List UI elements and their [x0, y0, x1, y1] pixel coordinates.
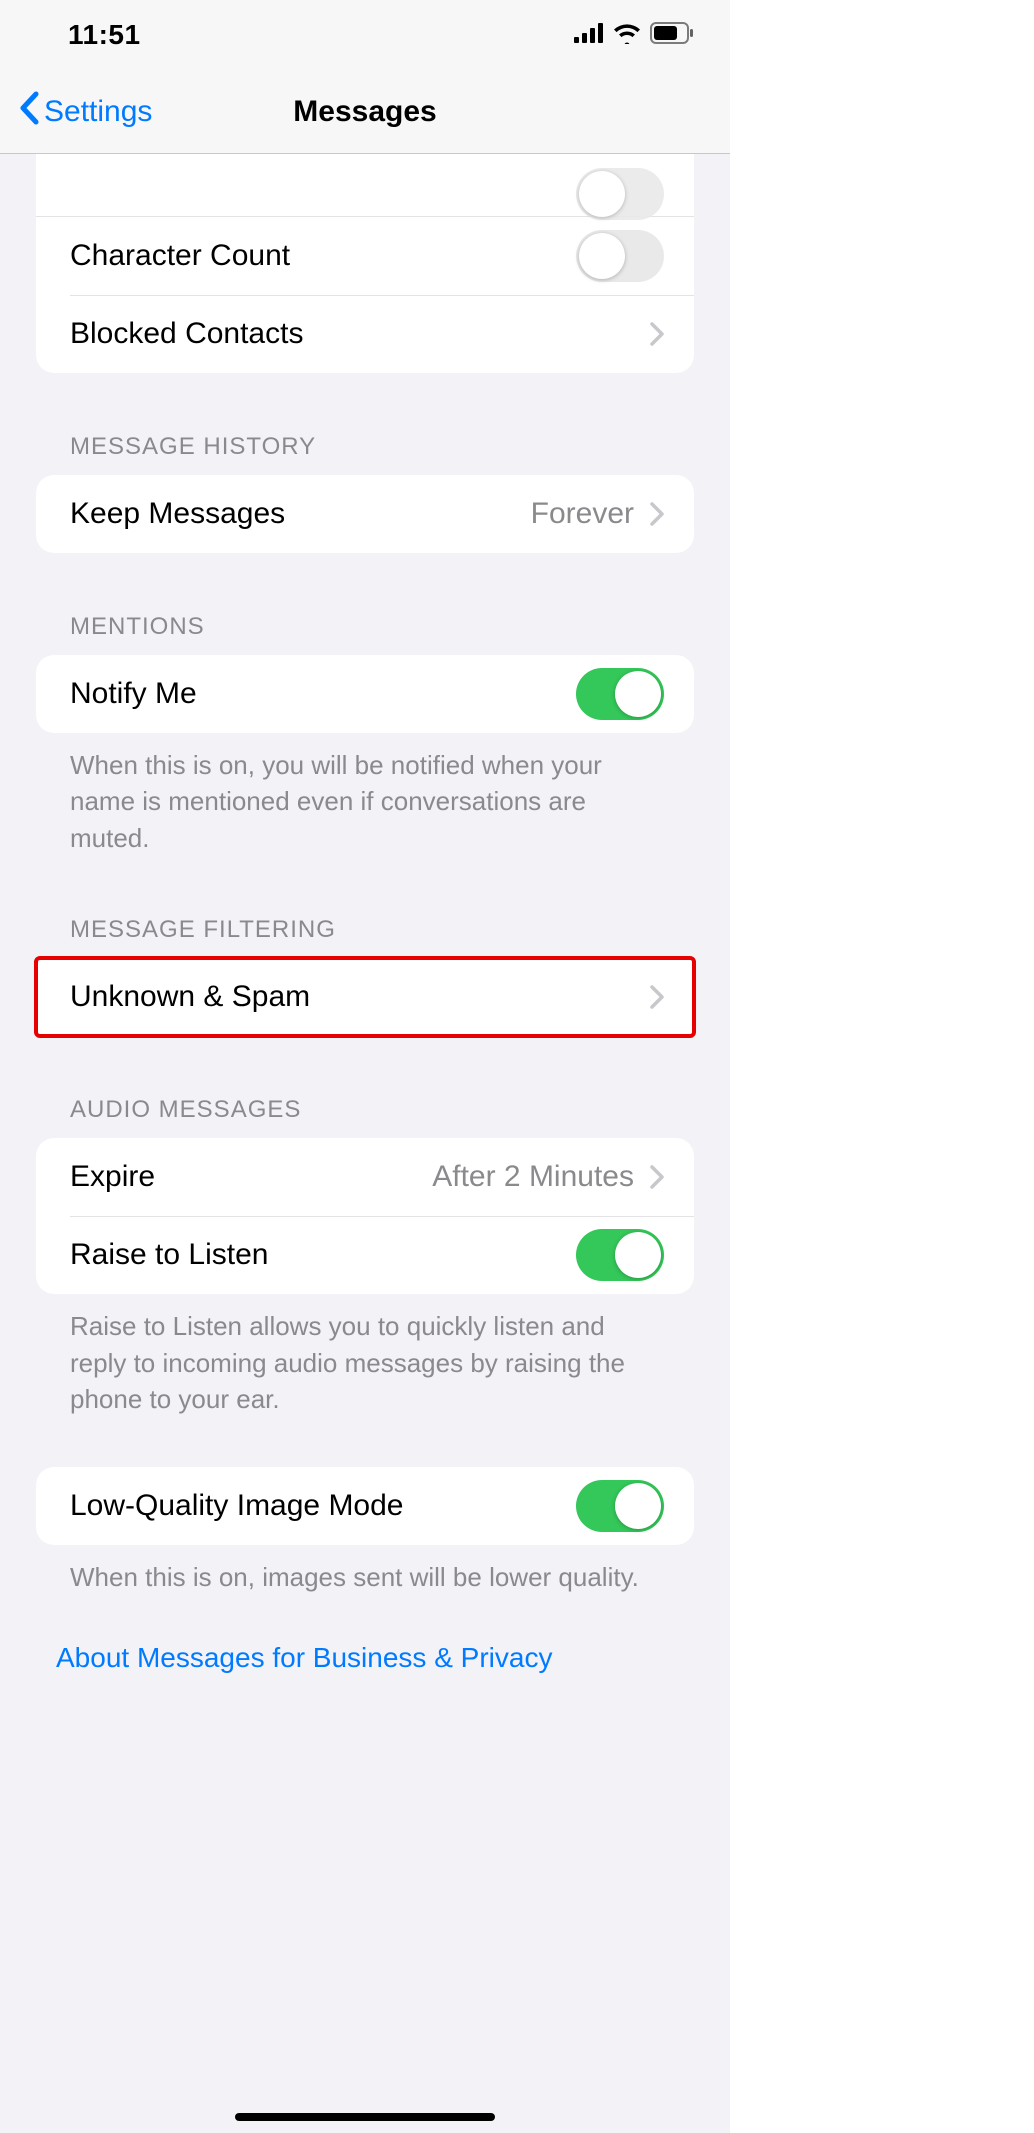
header-mentions: MENTIONS	[36, 553, 694, 655]
row-unknown-spam[interactable]: Unknown & Spam	[36, 958, 694, 1036]
footer-lowq: When this is on, images sent will be low…	[36, 1545, 694, 1595]
label-blocked-contacts: Blocked Contacts	[70, 317, 650, 351]
value-keep-messages: Forever	[531, 497, 634, 531]
chevron-right-icon	[650, 502, 664, 526]
label-keep-messages: Keep Messages	[70, 497, 531, 531]
nav-bar: Settings Messages	[0, 70, 730, 154]
chevron-right-icon	[650, 1165, 664, 1189]
back-label: Settings	[44, 95, 152, 129]
label-raise-to-listen: Raise to Listen	[70, 1238, 576, 1272]
row-keep-messages[interactable]: Keep Messages Forever	[36, 475, 694, 553]
chevron-right-icon	[650, 985, 664, 1009]
label-character-count: Character Count	[70, 239, 576, 273]
status-time: 11:51	[68, 19, 141, 51]
group-mentions: Notify Me	[36, 655, 694, 733]
wifi-icon	[612, 22, 642, 49]
toggle-notify-me[interactable]	[576, 668, 664, 720]
back-button[interactable]: Settings	[0, 91, 152, 133]
footer-mentions: When this is on, you will be notified wh…	[36, 733, 694, 856]
row-character-count[interactable]: Character Count	[36, 217, 694, 295]
header-message-filtering: MESSAGE FILTERING	[36, 856, 694, 958]
label-notify-me: Notify Me	[70, 677, 576, 711]
footer-audio: Raise to Listen allows you to quickly li…	[36, 1294, 694, 1417]
group-filtering: Unknown & Spam	[36, 958, 694, 1036]
value-expire: After 2 Minutes	[432, 1160, 634, 1194]
header-audio-messages: AUDIO MESSAGES	[36, 1036, 694, 1138]
row-raise-to-listen[interactable]: Raise to Listen	[36, 1216, 694, 1294]
row-low-quality-image-mode[interactable]: Low-Quality Image Mode	[36, 1467, 694, 1545]
group-history: Keep Messages Forever	[36, 475, 694, 553]
link-about-business-privacy[interactable]: About Messages for Business & Privacy	[36, 1596, 694, 1694]
toggle-character-count[interactable]	[576, 230, 664, 282]
row-notify-me[interactable]: Notify Me	[36, 655, 694, 733]
home-indicator[interactable]	[235, 2113, 495, 2121]
battery-icon	[650, 22, 694, 49]
header-message-history: MESSAGE HISTORY	[36, 373, 694, 475]
status-icons	[574, 22, 694, 49]
cellular-icon	[574, 23, 604, 48]
label-low-quality: Low-Quality Image Mode	[70, 1489, 576, 1523]
toggle-raise-to-listen[interactable]	[576, 1229, 664, 1281]
group-lowq: Low-Quality Image Mode	[36, 1467, 694, 1545]
row-peek	[36, 154, 694, 217]
status-bar: 11:51	[0, 0, 730, 70]
row-blocked-contacts[interactable]: Blocked Contacts	[36, 295, 694, 373]
group-audio: Expire After 2 Minutes Raise to Listen	[36, 1138, 694, 1294]
toggle-low-quality[interactable]	[576, 1480, 664, 1532]
chevron-right-icon	[650, 322, 664, 346]
chevron-left-icon	[18, 91, 40, 133]
label-expire: Expire	[70, 1160, 432, 1194]
label-unknown-spam: Unknown & Spam	[70, 980, 650, 1014]
toggle-peek[interactable]	[576, 168, 664, 220]
group-top: Character Count Blocked Contacts	[36, 154, 694, 373]
row-expire[interactable]: Expire After 2 Minutes	[36, 1138, 694, 1216]
